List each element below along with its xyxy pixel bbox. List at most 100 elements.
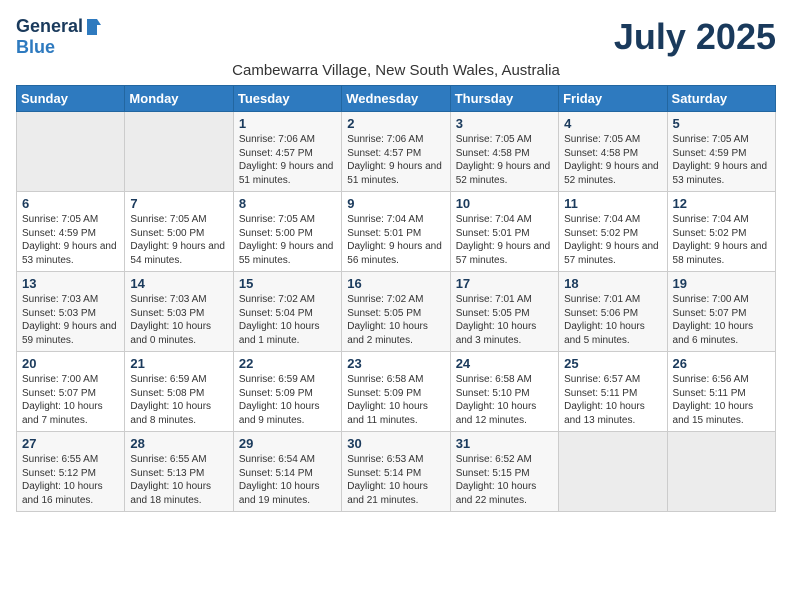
calendar-cell: 26 Sunrise: 6:56 AM Sunset: 5:11 PM Dayli… <box>667 352 775 432</box>
day-info: Sunrise: 7:06 AM Sunset: 4:57 PM Dayligh… <box>239 133 336 187</box>
calendar-cell: 5 Sunrise: 7:05 AM Sunset: 4:59 PM Daylig… <box>667 112 775 192</box>
day-info: Sunrise: 6:59 AM Sunset: 5:09 PM Dayligh… <box>239 373 336 427</box>
day-info: Sunrise: 6:53 AM Sunset: 5:14 PM Dayligh… <box>347 453 444 507</box>
logo-blue-text: Blue <box>16 37 55 58</box>
day-number: 13 <box>22 276 119 291</box>
day-number: 27 <box>22 436 119 451</box>
calendar-cell: 18 Sunrise: 7:01 AM Sunset: 5:06 PM Dayli… <box>559 272 667 352</box>
logo-icon <box>83 17 103 37</box>
day-info: Sunrise: 6:59 AM Sunset: 5:08 PM Dayligh… <box>130 373 227 427</box>
day-info: Sunrise: 7:04 AM Sunset: 5:02 PM Dayligh… <box>673 213 770 267</box>
calendar-cell <box>17 112 125 192</box>
day-info: Sunrise: 7:05 AM Sunset: 4:58 PM Dayligh… <box>564 133 661 187</box>
day-number: 24 <box>456 356 553 371</box>
day-info: Sunrise: 7:04 AM Sunset: 5:02 PM Dayligh… <box>564 213 661 267</box>
column-header-monday: Monday <box>125 86 233 112</box>
day-info: Sunrise: 7:05 AM Sunset: 5:00 PM Dayligh… <box>239 213 336 267</box>
calendar-cell: 28 Sunrise: 6:55 AM Sunset: 5:13 PM Dayli… <box>125 432 233 512</box>
day-info: Sunrise: 7:00 AM Sunset: 5:07 PM Dayligh… <box>22 373 119 427</box>
calendar-cell: 30Sunrise: 6:53 AM Sunset: 5:14 PM Dayli… <box>342 432 450 512</box>
column-header-wednesday: Wednesday <box>342 86 450 112</box>
calendar-cell: 22Sunrise: 6:59 AM Sunset: 5:09 PM Dayli… <box>233 352 341 432</box>
calendar-cell: 4 Sunrise: 7:05 AM Sunset: 4:58 PM Daylig… <box>559 112 667 192</box>
calendar-week-row: 27Sunrise: 6:55 AM Sunset: 5:12 PM Dayli… <box>17 432 776 512</box>
calendar-week-row: 20 Sunrise: 7:00 AM Sunset: 5:07 PM Dayli… <box>17 352 776 432</box>
calendar-cell <box>667 432 775 512</box>
calendar-cell: 24 Sunrise: 6:58 AM Sunset: 5:10 PM Dayli… <box>450 352 558 432</box>
calendar-cell: 2 Sunrise: 7:06 AM Sunset: 4:57 PM Daylig… <box>342 112 450 192</box>
day-info: Sunrise: 6:55 AM Sunset: 5:13 PM Dayligh… <box>130 453 227 507</box>
day-number: 5 <box>673 116 770 131</box>
day-number: 11 <box>564 196 661 211</box>
day-number: 28 <box>130 436 227 451</box>
calendar-cell: 9 Sunrise: 7:04 AM Sunset: 5:01 PM Daylig… <box>342 192 450 272</box>
day-number: 16 <box>347 276 444 291</box>
day-info: Sunrise: 6:56 AM Sunset: 5:11 PM Dayligh… <box>673 373 770 427</box>
day-info: Sunrise: 7:05 AM Sunset: 4:59 PM Dayligh… <box>673 133 770 187</box>
day-info: Sunrise: 7:00 AM Sunset: 5:07 PM Dayligh… <box>673 293 770 347</box>
calendar-cell: 14Sunrise: 7:03 AM Sunset: 5:03 PM Dayli… <box>125 272 233 352</box>
page-header: General Blue July 2025 <box>16 16 776 58</box>
calendar-week-row: 13 Sunrise: 7:03 AM Sunset: 5:03 PM Dayli… <box>17 272 776 352</box>
calendar-cell: 23 Sunrise: 6:58 AM Sunset: 5:09 PM Dayli… <box>342 352 450 432</box>
calendar-cell: 21 Sunrise: 6:59 AM Sunset: 5:08 PM Dayli… <box>125 352 233 432</box>
calendar-cell: 1Sunrise: 7:06 AM Sunset: 4:57 PM Daylig… <box>233 112 341 192</box>
day-info: Sunrise: 6:52 AM Sunset: 5:15 PM Dayligh… <box>456 453 553 507</box>
calendar-cell: 15Sunrise: 7:02 AM Sunset: 5:04 PM Dayli… <box>233 272 341 352</box>
calendar-cell: 3Sunrise: 7:05 AM Sunset: 4:58 PM Daylig… <box>450 112 558 192</box>
calendar-cell: 25 Sunrise: 6:57 AM Sunset: 5:11 PM Dayli… <box>559 352 667 432</box>
day-info: Sunrise: 7:01 AM Sunset: 5:05 PM Dayligh… <box>456 293 553 347</box>
day-info: Sunrise: 7:01 AM Sunset: 5:06 PM Dayligh… <box>564 293 661 347</box>
day-number: 17 <box>456 276 553 291</box>
day-number: 26 <box>673 356 770 371</box>
calendar-cell: 16 Sunrise: 7:02 AM Sunset: 5:05 PM Dayli… <box>342 272 450 352</box>
day-info: Sunrise: 6:58 AM Sunset: 5:10 PM Dayligh… <box>456 373 553 427</box>
calendar-cell: 12 Sunrise: 7:04 AM Sunset: 5:02 PM Dayli… <box>667 192 775 272</box>
calendar-cell <box>559 432 667 512</box>
column-header-friday: Friday <box>559 86 667 112</box>
day-info: Sunrise: 7:04 AM Sunset: 5:01 PM Dayligh… <box>347 213 444 267</box>
calendar-cell: 31 Sunrise: 6:52 AM Sunset: 5:15 PM Dayli… <box>450 432 558 512</box>
calendar-cell: 17 Sunrise: 7:01 AM Sunset: 5:05 PM Dayli… <box>450 272 558 352</box>
calendar-cell: 19 Sunrise: 7:00 AM Sunset: 5:07 PM Dayli… <box>667 272 775 352</box>
logo-general-text: General <box>16 16 83 37</box>
day-info: Sunrise: 7:06 AM Sunset: 4:57 PM Dayligh… <box>347 133 444 187</box>
day-number: 20 <box>22 356 119 371</box>
day-info: Sunrise: 7:02 AM Sunset: 5:04 PM Dayligh… <box>239 293 336 347</box>
day-number: 10 <box>456 196 553 211</box>
logo: General Blue <box>16 16 103 58</box>
day-info: Sunrise: 7:03 AM Sunset: 5:03 PM Dayligh… <box>130 293 227 347</box>
day-number: 7 <box>130 196 227 211</box>
column-header-thursday: Thursday <box>450 86 558 112</box>
calendar-cell: 20 Sunrise: 7:00 AM Sunset: 5:07 PM Dayli… <box>17 352 125 432</box>
day-info: Sunrise: 7:05 AM Sunset: 4:58 PM Dayligh… <box>456 133 553 187</box>
calendar-cell: 7Sunrise: 7:05 AM Sunset: 5:00 PM Daylig… <box>125 192 233 272</box>
day-number: 31 <box>456 436 553 451</box>
day-number: 25 <box>564 356 661 371</box>
day-number: 6 <box>22 196 119 211</box>
day-number: 18 <box>564 276 661 291</box>
calendar-cell: 8Sunrise: 7:05 AM Sunset: 5:00 PM Daylig… <box>233 192 341 272</box>
calendar-table: SundayMondayTuesdayWednesdayThursdayFrid… <box>16 85 776 512</box>
subtitle: Cambewarra Village, New South Wales, Aus… <box>16 62 776 79</box>
day-number: 9 <box>347 196 444 211</box>
day-number: 29 <box>239 436 336 451</box>
day-info: Sunrise: 6:57 AM Sunset: 5:11 PM Dayligh… <box>564 373 661 427</box>
calendar-cell: 29 Sunrise: 6:54 AM Sunset: 5:14 PM Dayli… <box>233 432 341 512</box>
column-header-saturday: Saturday <box>667 86 775 112</box>
day-info: Sunrise: 6:58 AM Sunset: 5:09 PM Dayligh… <box>347 373 444 427</box>
day-number: 21 <box>130 356 227 371</box>
day-info: Sunrise: 7:02 AM Sunset: 5:05 PM Dayligh… <box>347 293 444 347</box>
day-info: Sunrise: 7:03 AM Sunset: 5:03 PM Dayligh… <box>22 293 119 347</box>
calendar-cell: 13 Sunrise: 7:03 AM Sunset: 5:03 PM Dayli… <box>17 272 125 352</box>
day-number: 19 <box>673 276 770 291</box>
calendar-cell: 11 Sunrise: 7:04 AM Sunset: 5:02 PM Dayli… <box>559 192 667 272</box>
day-number: 23 <box>347 356 444 371</box>
day-number: 2 <box>347 116 444 131</box>
day-number: 4 <box>564 116 661 131</box>
day-info: Sunrise: 7:04 AM Sunset: 5:01 PM Dayligh… <box>456 213 553 267</box>
calendar-week-row: 1Sunrise: 7:06 AM Sunset: 4:57 PM Daylig… <box>17 112 776 192</box>
calendar-cell <box>125 112 233 192</box>
day-info: Sunrise: 6:54 AM Sunset: 5:14 PM Dayligh… <box>239 453 336 507</box>
day-number: 12 <box>673 196 770 211</box>
